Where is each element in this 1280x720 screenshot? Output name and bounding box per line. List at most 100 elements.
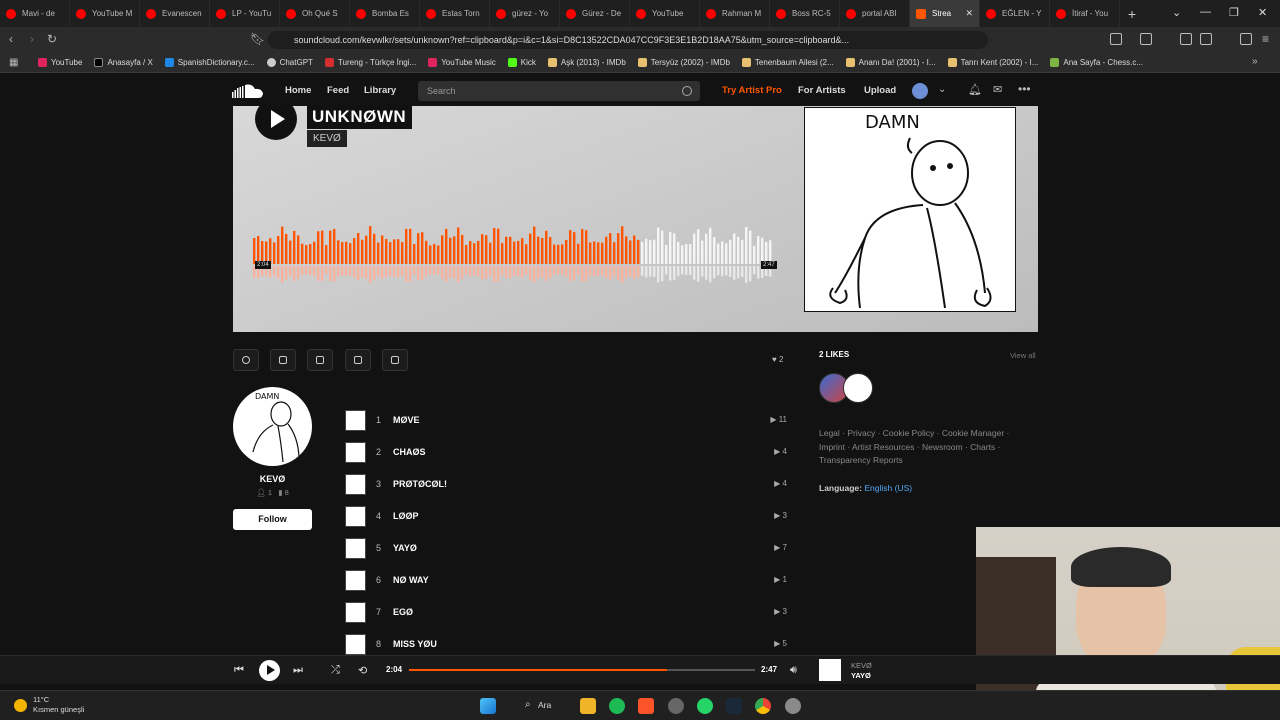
now-playing-title[interactable]: YAYØ: [851, 671, 871, 680]
waveform[interactable]: [253, 222, 777, 292]
search-icon[interactable]: [682, 86, 692, 96]
browser-tab[interactable]: İtiraf - You: [1050, 0, 1120, 27]
track-title[interactable]: YAYØ: [393, 543, 417, 553]
browser-tab[interactable]: Strea ✕: [910, 0, 980, 27]
wallet-icon[interactable]: [1200, 33, 1212, 45]
windows-start-icon[interactable]: [480, 698, 496, 714]
copy-link-button[interactable]: [345, 349, 371, 371]
track-thumbnail[interactable]: [345, 410, 366, 431]
track-thumbnail[interactable]: [345, 506, 366, 527]
back-icon[interactable]: ‹: [9, 32, 13, 46]
track-row[interactable]: 2 CHAØS ▶ 4: [345, 442, 787, 464]
track-thumbnail[interactable]: [345, 442, 366, 463]
weather-description[interactable]: Kısmen güneşli: [33, 705, 84, 714]
browser-tab[interactable]: Rahman M: [700, 0, 770, 27]
browser-tab[interactable]: Boss RC-5: [770, 0, 840, 27]
player-progress-bar[interactable]: [409, 669, 755, 671]
followers-count[interactable]: 1: [268, 488, 272, 497]
browser-tab[interactable]: LP - YouTu: [210, 0, 280, 27]
taskbar-search-icon[interactable]: ⌕: [525, 699, 531, 710]
bookmark-item[interactable]: SpanishDictionary.c...: [164, 58, 255, 67]
track-thumbnail[interactable]: [345, 474, 366, 495]
browser-tab[interactable]: EĞLEN - Y: [980, 0, 1050, 27]
new-tab-icon[interactable]: +: [1120, 6, 1144, 22]
track-thumbnail[interactable]: [345, 538, 366, 559]
browser-tab[interactable]: YouTube M: [70, 0, 140, 27]
whatsapp-icon[interactable]: [697, 698, 713, 714]
try-artist-pro-link[interactable]: Try Artist Pro: [722, 85, 782, 96]
for-artists-link[interactable]: For Artists: [798, 85, 846, 96]
search-input[interactable]: Search: [418, 81, 700, 101]
track-row[interactable]: 7 EGØ ▶ 3: [345, 602, 787, 624]
brave-browser-icon[interactable]: [638, 698, 654, 714]
upload-link[interactable]: Upload: [864, 85, 896, 96]
volume-icon[interactable]: 🔊︎: [790, 664, 797, 677]
previous-track-icon[interactable]: ⏮︎: [234, 664, 244, 677]
vpn-icon[interactable]: [1240, 33, 1252, 45]
browser-tab[interactable]: Mavi - de: [0, 0, 70, 27]
follow-button[interactable]: Follow: [233, 509, 312, 530]
repeat-icon[interactable]: ⟲: [358, 664, 367, 677]
more-bookmarks-icon[interactable]: »: [1252, 56, 1258, 67]
file-explorer-icon[interactable]: [580, 698, 596, 714]
like-button[interactable]: [233, 349, 259, 371]
more-options-icon[interactable]: •••: [1018, 82, 1031, 96]
track-thumbnail[interactable]: [345, 570, 366, 591]
nav-feed[interactable]: Feed: [327, 85, 349, 96]
taskbar-search-label[interactable]: Ara: [538, 700, 551, 710]
bookmark-item[interactable]: Ananı Da! (2001) - I...: [845, 58, 936, 67]
browser-tab[interactable]: Bomba Es: [350, 0, 420, 27]
shuffle-icon[interactable]: ⤮: [331, 664, 340, 677]
tracks-count[interactable]: 8: [285, 488, 289, 497]
next-track-icon[interactable]: ⏭︎: [293, 664, 303, 677]
tab-search-icon[interactable]: ⌄: [1172, 6, 1181, 19]
track-row[interactable]: 3 PRØTØCØL! ▶ 4: [345, 474, 787, 496]
add-to-next-up-button[interactable]: [382, 349, 408, 371]
browser-tab[interactable]: gürez - Yo: [490, 0, 560, 27]
menu-icon[interactable]: ≡: [1262, 32, 1269, 46]
soundcloud-logo-icon[interactable]: [232, 84, 264, 98]
forward-icon[interactable]: ›: [30, 32, 34, 46]
download-icon[interactable]: [1140, 33, 1152, 45]
track-row[interactable]: 8 MISS YØU ▶ 5: [345, 634, 787, 656]
bookmark-item[interactable]: ChatGPT: [266, 58, 313, 67]
artist-avatar[interactable]: DAMN: [233, 387, 312, 466]
browser-tab[interactable]: Gürez - De: [560, 0, 630, 27]
settings-gear-icon[interactable]: [785, 698, 801, 714]
track-title[interactable]: EGØ: [393, 607, 413, 617]
liker-avatar[interactable]: [843, 373, 873, 403]
sidebar-icon[interactable]: [1180, 33, 1192, 45]
track-thumbnail[interactable]: [345, 602, 366, 623]
screenshot-icon[interactable]: [1110, 33, 1122, 45]
messages-mail-icon[interactable]: ✉: [993, 83, 1002, 96]
now-playing-artist[interactable]: KEVØ: [851, 661, 872, 670]
bookmark-item[interactable]: Aşk (2013) - IMDb: [547, 58, 626, 67]
browser-tab[interactable]: Estas Torn: [420, 0, 490, 27]
chrome-icon[interactable]: [755, 698, 771, 714]
track-title[interactable]: PRØTØCØL!: [393, 479, 447, 489]
view-all-link[interactable]: View all: [1010, 351, 1036, 360]
repost-button[interactable]: [270, 349, 296, 371]
app-icon[interactable]: [668, 698, 684, 714]
track-title[interactable]: MØVE: [393, 415, 420, 425]
track-row[interactable]: 4 LØØP ▶ 3: [345, 506, 787, 528]
steam-icon[interactable]: [726, 698, 742, 714]
bookmark-item[interactable]: Kick: [507, 58, 536, 67]
bookmark-item[interactable]: Anasayfa / X: [94, 58, 153, 67]
chevron-down-icon[interactable]: ⌄: [938, 84, 946, 95]
track-title[interactable]: CHAØS: [393, 447, 426, 457]
track-thumbnail[interactable]: [345, 634, 366, 655]
track-row[interactable]: 6 NØ WAY ▶ 1: [345, 570, 787, 592]
url-field[interactable]: soundcloud.com/kevwlkr/sets/unknown?ref=…: [268, 31, 988, 49]
player-play-button[interactable]: [259, 660, 280, 681]
play-button[interactable]: [255, 106, 297, 140]
reload-icon[interactable]: ↻: [47, 32, 57, 46]
bookmark-icon[interactable]: 🔖︎: [250, 32, 265, 46]
close-window-icon[interactable]: ✕: [1258, 6, 1267, 19]
bookmark-item[interactable]: Tenenbaum Ailesi (2...: [741, 58, 834, 67]
bookmark-item[interactable]: Ana Sayfa - Chess.c...: [1050, 58, 1143, 67]
playlist-artist[interactable]: KEVØ: [307, 130, 347, 147]
browser-tab[interactable]: Oh Qué S: [280, 0, 350, 27]
track-row[interactable]: 1 MØVE ▶ 11: [345, 410, 787, 432]
apps-grid-icon[interactable]: ▦: [9, 57, 18, 68]
